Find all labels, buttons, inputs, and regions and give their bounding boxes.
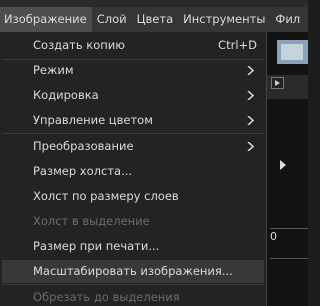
menu-separator xyxy=(2,284,264,285)
menu-item-label: Холст в выделение xyxy=(33,214,150,228)
menu-item-print-size[interactable]: Размер при печати... xyxy=(2,235,264,258)
shortcut-label: Ctrl+D xyxy=(218,38,257,52)
menu-layer[interactable]: Слой xyxy=(92,7,132,32)
menu-item-crop-to-selection: Обрезать до выделения xyxy=(2,286,264,306)
chevron-right-icon xyxy=(247,91,255,100)
triangle-right-icon xyxy=(275,80,280,86)
panel-menu-button[interactable] xyxy=(271,77,284,89)
menu-item-label: Создать копию xyxy=(33,38,125,52)
menu-tools[interactable]: Инструменты xyxy=(178,7,270,32)
menu-item-label: Обрезать до выделения xyxy=(33,290,180,304)
menu-item-fit-canvas-to-layers[interactable]: Холст по размеру слоев xyxy=(2,185,264,208)
menu-item-transform[interactable]: Преобразование xyxy=(2,135,264,158)
background-window: 0 xyxy=(267,32,308,306)
menu-item-label: Холст по размеру слоев xyxy=(33,189,179,203)
menu-item-label: Режим xyxy=(33,63,74,77)
menu-item-mode[interactable]: Режим xyxy=(2,59,264,82)
menu-filters[interactable]: Фил xyxy=(270,7,300,32)
menu-item-scale-image[interactable]: Масштабировать изображения... xyxy=(2,260,264,283)
menu-item-label: Размер холста... xyxy=(33,164,133,178)
play-arrow-icon[interactable] xyxy=(280,160,286,170)
menu-item-label: Масштабировать изображения... xyxy=(33,264,233,278)
image-thumbnail[interactable] xyxy=(277,40,308,64)
title-strip xyxy=(0,0,308,7)
menu-item-label: Преобразование xyxy=(33,139,134,153)
ruler-line xyxy=(270,228,308,229)
menu-item-duplicate[interactable]: Создать копию Ctrl+D xyxy=(2,34,264,57)
menu-item-label: Размер при печати... xyxy=(33,239,160,253)
menu-image[interactable]: Изображение xyxy=(0,7,92,32)
chevron-right-icon xyxy=(247,142,255,151)
menu-item-label: Управление цветом xyxy=(33,113,153,127)
menu-colors[interactable]: Цвета xyxy=(132,7,179,32)
menu-item-label: Кодировка xyxy=(33,88,99,102)
menu-item-color-management[interactable]: Управление цветом xyxy=(2,109,264,132)
chevron-right-icon xyxy=(247,116,255,125)
image-menu-dropdown: Создать копию Ctrl+D Режим Кодировка Упр… xyxy=(0,32,267,306)
ruler-line xyxy=(270,258,308,259)
ruler-zero-label: 0 xyxy=(270,230,277,243)
menu-item-canvas-size[interactable]: Размер холста... xyxy=(2,160,264,183)
menu-item-precision[interactable]: Кодировка xyxy=(2,84,264,107)
menu-item-fit-canvas-to-selection: Холст в выделение xyxy=(2,210,264,233)
chevron-right-icon xyxy=(247,66,255,75)
menu-separator xyxy=(2,133,264,134)
menu-bar: Изображение Слой Цвета Инструменты Фил xyxy=(0,7,308,32)
